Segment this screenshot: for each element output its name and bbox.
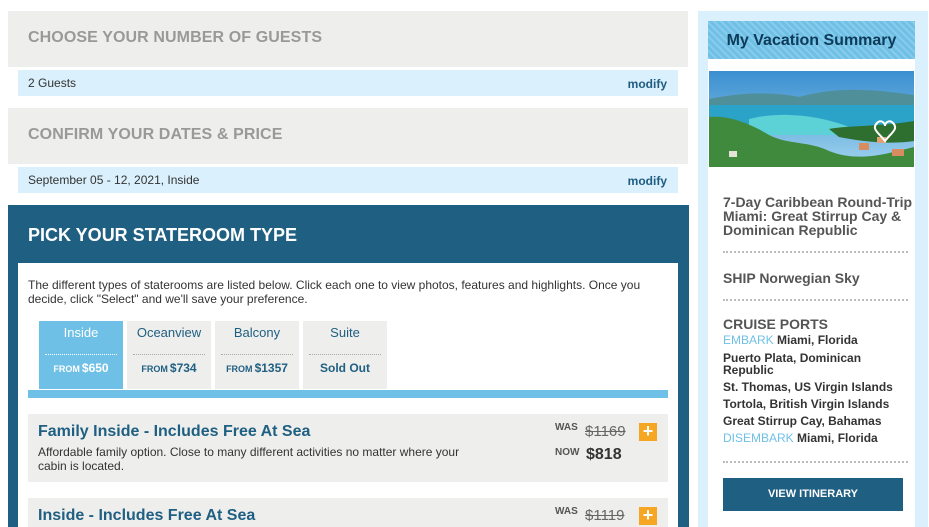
tab-balcony[interactable]: Balcony FROM $1357	[215, 321, 299, 389]
tab-price-value: Sold Out	[320, 361, 370, 375]
summary-divider	[723, 299, 908, 301]
tab-divider	[309, 354, 381, 355]
port-name: Miami, Florida	[773, 333, 858, 347]
summary-divider	[723, 461, 908, 463]
tab-divider	[45, 354, 117, 355]
port-name: St. Thomas, US Virgin Islands	[723, 380, 893, 394]
port-item: Puerto Plata, Dominican Republic	[723, 352, 903, 376]
guests-summary-row: 2 Guests modify	[18, 70, 678, 96]
port-item: EMBARK Miami, Florida	[723, 334, 903, 346]
tab-from-label: FROM	[53, 364, 80, 374]
port-tag: DISEMBARK	[723, 431, 794, 445]
port-item: DISEMBARK Miami, Florida	[723, 432, 903, 444]
port-item: St. Thomas, US Virgin Islands	[723, 381, 903, 393]
was-price: $1119	[585, 507, 625, 524]
stateroom-panel: PICK YOUR STATEROOM TYPE The different t…	[8, 205, 689, 527]
tab-label: Inside	[63, 325, 99, 340]
stateroom-title: PICK YOUR STATEROOM TYPE	[28, 225, 298, 245]
cruise-ports-heading: CRUISE PORTS	[723, 316, 829, 332]
tab-label: Oceanview	[136, 325, 202, 340]
tab-oceanview[interactable]: Oceanview FROM $734	[127, 321, 211, 389]
port-item: Tortola, British Virgin Islands	[723, 398, 903, 410]
tab-price: FROM $1357	[215, 361, 299, 375]
port-name: Miami, Florida	[793, 431, 878, 445]
island-photo-icon	[709, 71, 914, 167]
tab-label: Balcony	[233, 325, 281, 340]
expand-plus-icon[interactable]: +	[639, 506, 657, 525]
was-label: WAS	[555, 422, 578, 433]
view-itinerary-button[interactable]: VIEW ITINERARY	[723, 478, 903, 511]
dates-step-title: CONFIRM YOUR DATES & PRICE	[28, 126, 283, 143]
port-name: Puerto Plata, Dominican Republic	[723, 351, 862, 377]
tab-label: Suite	[330, 325, 360, 340]
tab-price-value: $734	[169, 361, 197, 375]
tab-underline-bar	[28, 390, 668, 398]
tab-price: Sold Out	[303, 361, 387, 375]
tab-from-label: FROM	[226, 364, 253, 374]
tab-price-value: $1357	[254, 361, 288, 375]
expand-plus-icon[interactable]: +	[639, 422, 657, 441]
room-card[interactable]: Family Inside - Includes Free At Sea Aff…	[28, 414, 668, 482]
dates-value: September 05 - 12, 2021, Inside	[28, 173, 200, 187]
dates-modify-link[interactable]: modify	[628, 174, 667, 188]
was-price: $1169	[585, 423, 626, 440]
tab-price: FROM $650	[39, 361, 123, 375]
stateroom-intro: The different types of staterooms are li…	[28, 278, 641, 306]
port-name: Great Stirrup Cay, Bahamas	[723, 414, 882, 428]
tab-from-label: FROM	[141, 364, 168, 374]
guests-step-header: CHOOSE YOUR NUMBER OF GUESTS	[8, 11, 688, 67]
dates-summary-row: September 05 - 12, 2021, Inside modify	[18, 167, 678, 193]
tab-price-value: $650	[81, 361, 109, 375]
stateroom-body: The different types of staterooms are li…	[18, 263, 678, 527]
tab-divider	[221, 354, 293, 355]
vacation-summary-card: My Vacation Summary 7-Day Caribbean Roun…	[708, 21, 915, 527]
tab-divider	[133, 354, 205, 355]
port-tag: EMBARK	[723, 333, 774, 347]
vacation-summary-panel: My Vacation Summary 7-Day Caribbean Roun…	[698, 11, 928, 527]
summary-divider	[723, 251, 908, 253]
room-title[interactable]: Family Inside - Includes Free At Sea	[38, 423, 310, 441]
guests-modify-link[interactable]: modify	[628, 77, 667, 91]
port-item: Great Stirrup Cay, Bahamas	[723, 415, 903, 427]
ship-name: SHIP Norwegian Sky	[723, 270, 860, 286]
dates-step-header: CONFIRM YOUR DATES & PRICE	[8, 108, 688, 164]
room-title[interactable]: Inside - Includes Free At Sea	[38, 507, 255, 525]
now-price: $818	[586, 446, 622, 463]
guests-step-title: CHOOSE YOUR NUMBER OF GUESTS	[28, 29, 323, 46]
guests-value: 2 Guests	[28, 76, 77, 90]
tab-inside[interactable]: Inside FROM $650	[39, 321, 123, 389]
tab-price: FROM $734	[127, 361, 211, 375]
was-label: WAS	[555, 506, 578, 517]
summary-title: My Vacation Summary	[708, 21, 915, 59]
cruise-destination-photo	[709, 71, 914, 167]
tab-suite[interactable]: Suite Sold Out	[303, 321, 387, 389]
cruise-title: 7-Day Caribbean Round-Trip Miami: Great …	[723, 194, 913, 238]
room-description: Affordable family option. Close to many …	[38, 445, 460, 473]
room-card[interactable]: Inside - Includes Free At Sea WAS $1119 …	[28, 498, 668, 527]
port-name: Tortola, British Virgin Islands	[723, 397, 890, 411]
now-label: NOW	[555, 447, 580, 458]
